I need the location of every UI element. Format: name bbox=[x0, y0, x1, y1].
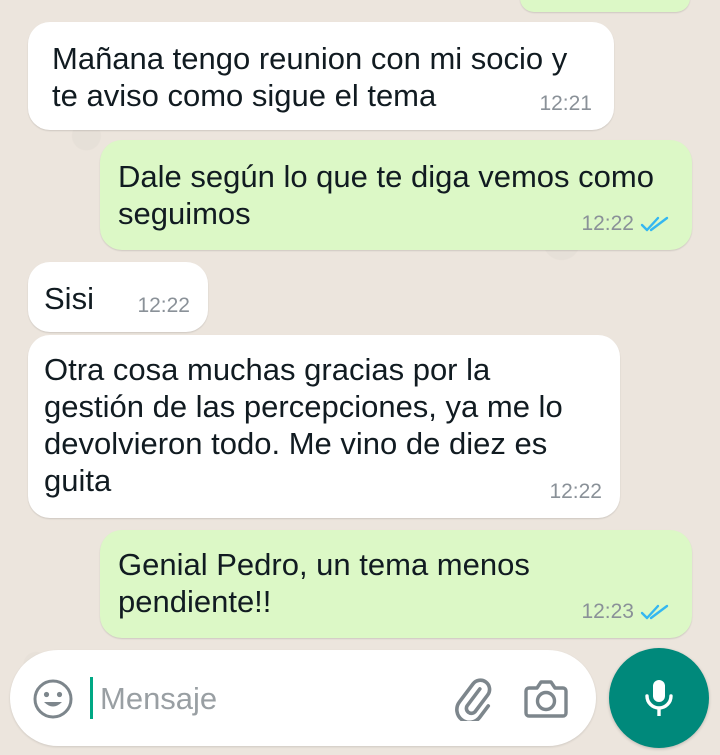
message-text: Otra cosa muchas gracias por la gestión … bbox=[44, 352, 563, 498]
incoming-message[interactable]: Mañana tengo reunion con mi socio y te a… bbox=[28, 22, 614, 130]
message-time: 12:22 bbox=[137, 294, 190, 317]
paperclip-icon[interactable] bbox=[450, 675, 496, 721]
message-input[interactable] bbox=[98, 674, 432, 724]
outgoing-message[interactable]: Genial Pedro, un tema menos pendiente!! … bbox=[100, 530, 692, 638]
message-meta: 12:23 bbox=[581, 600, 670, 624]
message-meta: 12:22 bbox=[549, 480, 602, 504]
double-check-read-icon bbox=[640, 216, 669, 232]
message-meta: 12:22 bbox=[137, 294, 190, 318]
message-composer bbox=[10, 650, 596, 746]
message-meta: 12:21 bbox=[539, 92, 592, 116]
message-time: 12:22 bbox=[549, 480, 602, 503]
incoming-message[interactable]: Sisi 12:22 bbox=[28, 262, 208, 332]
incoming-message[interactable]: Otra cosa muchas gracias por la gestión … bbox=[28, 335, 620, 518]
double-check-read-icon bbox=[640, 604, 669, 620]
previous-outgoing-message-edge bbox=[520, 0, 690, 12]
message-text: Mañana tengo reunion con mi socio y te a… bbox=[52, 41, 568, 113]
camera-icon[interactable] bbox=[523, 676, 569, 720]
text-cursor bbox=[90, 677, 93, 719]
outgoing-message[interactable]: Dale según lo que te diga vemos como seg… bbox=[100, 140, 692, 250]
message-time: 12:21 bbox=[539, 92, 592, 115]
microphone-icon bbox=[645, 680, 673, 716]
message-time: 12:22 bbox=[581, 212, 634, 235]
emoji-smile-icon[interactable] bbox=[32, 678, 74, 720]
message-meta: 12:22 bbox=[581, 212, 670, 236]
message-time: 12:23 bbox=[581, 600, 634, 623]
microphone-button[interactable] bbox=[609, 648, 709, 748]
